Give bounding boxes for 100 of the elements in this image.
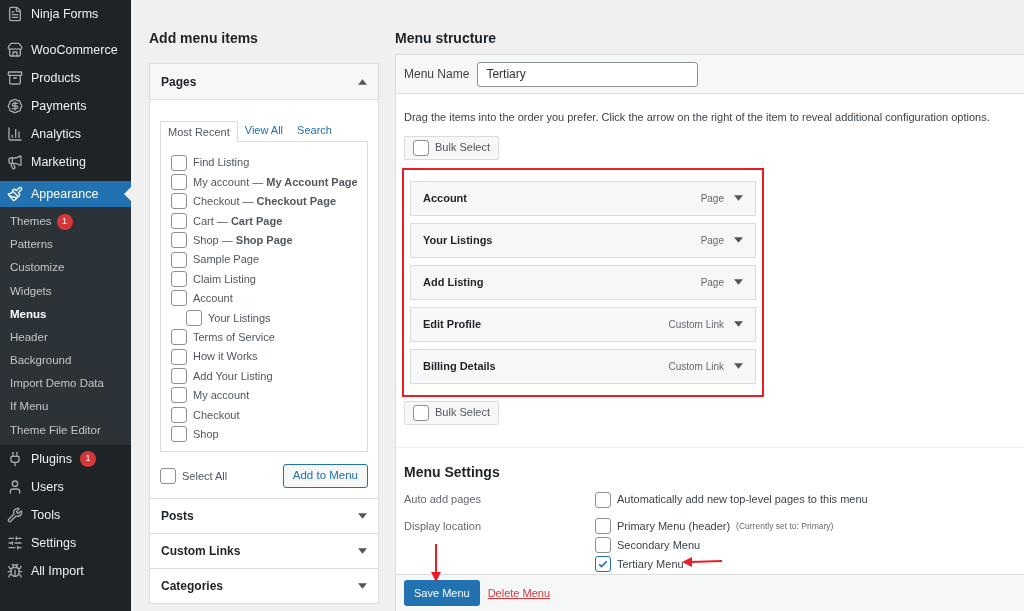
checkbox[interactable]: [171, 387, 187, 404]
submenu-item[interactable]: Themes 1: [0, 210, 131, 234]
save-menu-button[interactable]: Save Menu: [404, 580, 480, 606]
checkbox[interactable]: [171, 348, 187, 365]
delete-menu-link[interactable]: Delete Menu: [487, 584, 551, 602]
collapse-caret-icon[interactable]: [358, 78, 367, 85]
submenu-item[interactable]: If Menu: [0, 395, 131, 419]
store-icon: [7, 42, 23, 58]
dollar-icon: [7, 98, 23, 114]
instructions: Drag the items into the order you prefer. Click the arrow on the right of the item to reveal additional configuration options.: [404, 110, 991, 125]
sidebar-item[interactable]: Plugins 1: [0, 444, 131, 473]
sidebar-item[interactable]: WooCommerce: [0, 36, 131, 64]
checkbox[interactable]: [171, 329, 187, 346]
menu-item-bar[interactable]: Add Listing Page: [410, 264, 756, 300]
checkbox[interactable]: [160, 468, 176, 484]
option-label: Secondary Menu: [617, 537, 701, 553]
submenu-item[interactable]: Patterns: [0, 233, 131, 257]
menu-item-type: Page: [700, 191, 724, 206]
checkbox[interactable]: [413, 404, 429, 421]
expand-caret-icon[interactable]: [734, 363, 743, 369]
expand-caret-icon[interactable]: [358, 583, 367, 589]
sidebar-item[interactable]: Products: [0, 64, 131, 92]
checkbox[interactable]: [186, 309, 202, 326]
submenu-item[interactable]: Customize: [0, 256, 131, 280]
menu-item-title: Add Listing: [423, 274, 484, 290]
sidebar-item[interactable]: All Import: [0, 556, 131, 585]
option-label: Tertiary Menu: [617, 556, 684, 572]
checkbox[interactable]: [595, 491, 611, 508]
accordion-header[interactable]: Posts: [150, 498, 378, 533]
submenu-item[interactable]: Background: [0, 349, 131, 373]
sidebar-item[interactable]: Users: [0, 472, 131, 501]
page-label: Shop — Shop Page: [193, 233, 293, 248]
bulk-select-button[interactable]: Bulk Select: [404, 400, 500, 425]
expand-caret-icon[interactable]: [358, 513, 367, 519]
page-label: Terms of Service: [193, 329, 275, 345]
bar-chart-icon: [7, 126, 23, 142]
bulk-select-button[interactable]: Bulk Select: [404, 135, 500, 160]
checkmark-icon: [597, 558, 609, 570]
checkbox[interactable]: [171, 251, 187, 268]
accordion-header[interactable]: Custom Links: [150, 533, 378, 568]
menu-item-bar[interactable]: Account Page: [410, 180, 756, 216]
menu-item-type: Custom Link: [668, 359, 724, 374]
page-label: Checkout: [193, 407, 240, 423]
annotation-arrow: [682, 557, 722, 567]
submenu-item[interactable]: Menus: [0, 302, 131, 326]
submenu-item[interactable]: Widgets: [0, 279, 131, 303]
expand-caret-icon[interactable]: [734, 279, 743, 285]
sidebar-item[interactable]: Appearance: [0, 181, 131, 207]
sidebar-item[interactable]: Ninja Forms: [0, 0, 131, 28]
add-to-menu-button[interactable]: Add to Menu: [282, 464, 368, 488]
sidebar-label: Marketing: [31, 153, 86, 171]
submenu-item[interactable]: Import Demo Data: [0, 372, 131, 396]
submenu-item[interactable]: Theme File Editor: [0, 418, 131, 442]
sidebar-label: Users: [31, 478, 64, 496]
sidebar-label: Plugins: [31, 450, 72, 468]
sidebar-item[interactable]: Marketing: [0, 148, 131, 176]
tab[interactable]: View All: [237, 120, 291, 141]
expand-caret-icon[interactable]: [734, 321, 743, 327]
checkbox[interactable]: [171, 271, 187, 288]
expand-caret-icon[interactable]: [734, 237, 743, 243]
user-icon: [7, 478, 23, 495]
checkbox[interactable]: [171, 193, 187, 210]
sidebar-label: Payments: [31, 97, 87, 115]
sidebar-label: Appearance: [31, 185, 99, 203]
option-note: (Currently set to: Primary): [736, 519, 834, 533]
expand-caret-icon[interactable]: [734, 195, 743, 201]
sidebar-label: Tools: [31, 506, 61, 524]
archive-box-icon: [7, 70, 23, 86]
accordion-header[interactable]: Categories: [150, 568, 378, 603]
menu-item-bar[interactable]: Edit Profile Custom Link: [410, 306, 756, 342]
accordion-header[interactable]: Pages: [150, 64, 378, 100]
checkbox[interactable]: [171, 154, 187, 171]
checkbox[interactable]: [171, 212, 187, 229]
checkbox[interactable]: [413, 139, 429, 156]
checkbox[interactable]: [171, 406, 187, 423]
checkbox[interactable]: [595, 556, 611, 572]
checkbox[interactable]: [595, 518, 611, 534]
tab[interactable]: Search: [290, 120, 339, 141]
checkbox[interactable]: [171, 174, 187, 191]
megaphone-icon: [7, 154, 23, 170]
page-label: Checkout — Checkout Page: [193, 194, 337, 210]
sidebar-item[interactable]: Tools: [0, 500, 131, 529]
sidebar-item[interactable]: Payments: [0, 92, 131, 120]
menu-name-field[interactable]: Tertiary: [477, 61, 699, 87]
menu-item-title: Edit Profile: [423, 316, 482, 332]
page-label: Your Listings: [208, 310, 271, 326]
sidebar-item[interactable]: Analytics: [0, 120, 131, 148]
sidebar-item[interactable]: Settings: [0, 528, 131, 557]
expand-caret-icon[interactable]: [358, 548, 367, 554]
settings-heading: Menu Settings: [404, 462, 501, 482]
checkbox[interactable]: [595, 537, 611, 553]
menu-item-bar[interactable]: Your Listings Page: [410, 222, 756, 258]
checkbox[interactable]: [171, 232, 187, 249]
form-icon: [7, 6, 23, 22]
checkbox[interactable]: [171, 368, 187, 384]
checkbox[interactable]: [171, 290, 187, 307]
menu-item-bar[interactable]: Billing Details Custom Link: [410, 348, 756, 384]
tab[interactable]: Most Recent: [160, 121, 238, 142]
checkbox[interactable]: [171, 426, 187, 443]
submenu-item[interactable]: Header: [0, 325, 131, 350]
